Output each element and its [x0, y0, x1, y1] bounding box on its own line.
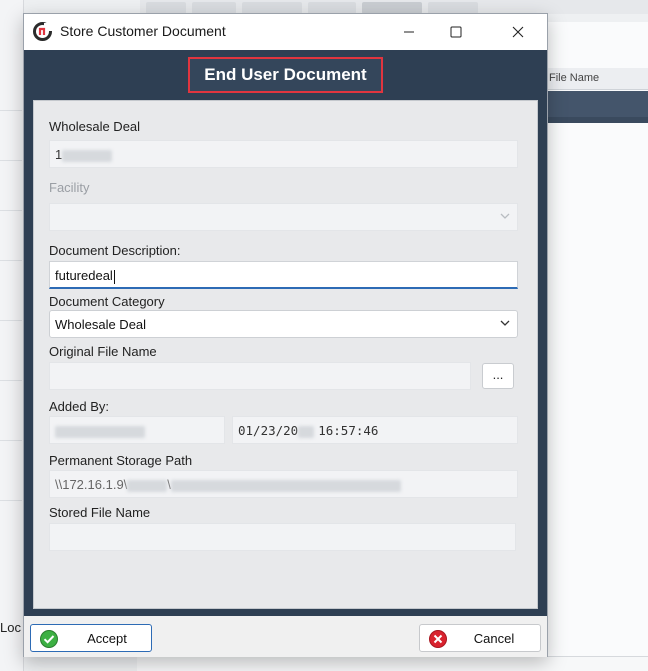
added-by-field	[49, 416, 225, 444]
window-title: Store Customer Document	[60, 23, 226, 39]
background-label: Loc	[0, 620, 21, 635]
document-description-value: futuredeal	[55, 268, 113, 283]
original-file-name-field	[49, 362, 471, 390]
app-logo-icon	[33, 22, 52, 41]
stored-file-name-label: Stored File Name	[49, 505, 151, 520]
chevron-down-icon	[500, 213, 510, 219]
document-category-dropdown[interactable]: Wholesale Deal	[49, 310, 518, 338]
header-title: End User Document	[188, 57, 383, 93]
store-customer-document-dialog: Store Customer Document End User Documen…	[23, 13, 548, 657]
dialog-header: End User Document	[24, 50, 547, 100]
maximize-button[interactable]	[433, 14, 479, 50]
background-left-panel	[0, 0, 24, 671]
minimize-button[interactable]	[386, 14, 432, 50]
title-bar[interactable]: Store Customer Document	[24, 14, 547, 50]
background-grid-selected-row	[547, 91, 648, 117]
background-grid-header: File Name	[547, 68, 648, 90]
background-tab-strip	[140, 0, 648, 14]
document-category-value: Wholesale Deal	[55, 317, 147, 332]
wholesale-deal-field: 1	[49, 140, 518, 168]
permanent-storage-path-field: \\172.16.1.9\ \	[49, 470, 518, 498]
facility-label: Facility	[49, 180, 90, 195]
close-button[interactable]	[495, 14, 541, 50]
maximize-icon	[450, 26, 462, 38]
added-date-field: 01/23/20 16:57:46	[232, 416, 518, 444]
added-time-value: 16:57:46	[318, 423, 379, 438]
cancel-button[interactable]: Cancel	[419, 624, 541, 652]
stored-file-name-field	[49, 523, 516, 551]
added-date-value: 01/23/20	[238, 423, 299, 438]
wholesale-deal-label: Wholesale Deal	[49, 119, 141, 134]
background-status-bar	[137, 656, 648, 671]
chevron-down-icon	[500, 320, 510, 326]
browse-button[interactable]: ...	[482, 363, 514, 389]
dialog-footer: Accept Cancel	[24, 616, 547, 657]
permanent-storage-path-value: \\172.16.1.9\	[55, 477, 128, 492]
form-panel: Wholesale Deal 1 Facility Document Descr…	[33, 100, 538, 609]
facility-dropdown	[49, 203, 518, 231]
dialog-frame: End User Document Wholesale Deal 1 Facil…	[24, 50, 547, 616]
close-icon	[512, 26, 524, 38]
document-category-label: Document Category	[49, 294, 165, 309]
wholesale-deal-value: 1	[55, 147, 63, 162]
document-description-label: Document Description:	[49, 243, 181, 258]
document-description-input[interactable]: futuredeal	[49, 261, 518, 289]
original-file-name-label: Original File Name	[49, 344, 157, 359]
added-by-label: Added By:	[49, 399, 109, 414]
accept-button[interactable]: Accept	[30, 624, 152, 652]
cancel-label: Cancel	[473, 630, 515, 646]
minimize-icon	[404, 31, 414, 33]
permanent-storage-path-label: Permanent Storage Path	[49, 453, 193, 468]
accept-label: Accept	[87, 630, 127, 646]
